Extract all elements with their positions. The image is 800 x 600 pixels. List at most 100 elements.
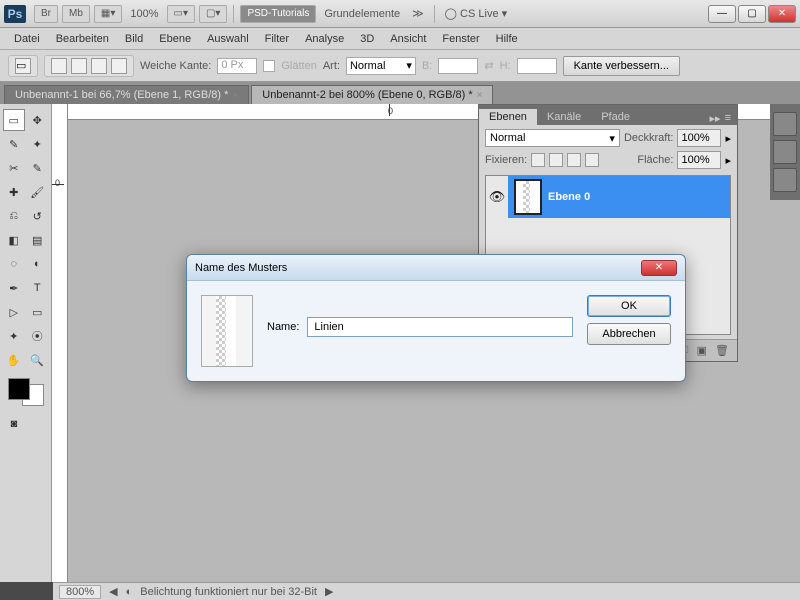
- minimize-button[interactable]: ―: [708, 5, 736, 23]
- maximize-button[interactable]: ▢: [738, 5, 766, 23]
- sel-sub-icon[interactable]: [91, 58, 107, 74]
- move-tool[interactable]: ✥: [27, 109, 49, 131]
- refine-edge-button[interactable]: Kante verbessern...: [563, 56, 680, 76]
- stamp-tool[interactable]: ⎌: [3, 205, 25, 227]
- bridge-button[interactable]: Br: [34, 5, 58, 23]
- opacity-input[interactable]: 100%: [677, 129, 721, 147]
- pen-tool[interactable]: ✒: [3, 277, 25, 299]
- menu-bearbeiten[interactable]: Bearbeiten: [48, 33, 117, 45]
- delete-layer-icon[interactable]: 🗑: [715, 344, 729, 357]
- shape-tool[interactable]: ▭: [27, 301, 49, 323]
- dialog-titlebar[interactable]: Name des Musters ✕: [187, 255, 685, 281]
- menu-3d[interactable]: 3D: [352, 33, 382, 45]
- dodge-tool[interactable]: ◐: [27, 253, 49, 275]
- height-input[interactable]: [517, 58, 557, 74]
- antialias-check[interactable]: [263, 60, 275, 72]
- dock-adjustments-icon[interactable]: [773, 140, 797, 164]
- blur-tool[interactable]: ◌: [3, 253, 25, 275]
- width-input[interactable]: [438, 58, 478, 74]
- status-zoom[interactable]: 800%: [59, 585, 101, 599]
- dialog-close-button[interactable]: ✕: [641, 260, 677, 276]
- panel-collapse-icon[interactable]: ▸▸: [710, 112, 721, 125]
- menu-analyse[interactable]: Analyse: [297, 33, 352, 45]
- panel-menu-icon[interactable]: ≡: [725, 112, 731, 125]
- zoom-level[interactable]: 100%: [124, 8, 164, 20]
- doc-tab-2[interactable]: Unbenannt-2 bei 800% (Ebene 0, RGB/8) *×: [251, 85, 493, 104]
- lock-position-icon[interactable]: [567, 153, 581, 167]
- 3d-tool[interactable]: ✦: [3, 325, 25, 347]
- options-bar: ▭ Weiche Kante: 0 Px Glätten Art: Normal…: [0, 50, 800, 82]
- hand-tool[interactable]: ✋: [3, 349, 25, 371]
- pattern-name-input[interactable]: [307, 317, 573, 337]
- menu-ebene[interactable]: Ebene: [151, 33, 199, 45]
- sel-add-icon[interactable]: [71, 58, 87, 74]
- path-sel-tool[interactable]: ▷: [3, 301, 25, 323]
- eyedropper-tool[interactable]: ✎: [27, 157, 49, 179]
- tab-kanale[interactable]: Kanäle: [537, 109, 591, 125]
- swap-wh-icon[interactable]: ⇄: [484, 59, 493, 72]
- eraser-tool[interactable]: ◧: [3, 229, 25, 251]
- cs-live[interactable]: ◯ CS Live ▾: [439, 7, 513, 20]
- menu-datei[interactable]: Datei: [6, 33, 48, 45]
- close-icon[interactable]: ×: [477, 90, 483, 101]
- status-menu-icon[interactable]: ▶: [325, 585, 333, 598]
- brush-tool[interactable]: 🖌: [27, 181, 49, 203]
- lock-all-icon[interactable]: [585, 153, 599, 167]
- visibility-eye-icon[interactable]: 👁: [486, 176, 508, 218]
- tab-pfade[interactable]: Pfade: [591, 109, 640, 125]
- layer-thumbnail[interactable]: [514, 179, 542, 215]
- fill-slider-icon[interactable]: ▸: [725, 154, 731, 167]
- viewopts-button[interactable]: ▦▾: [94, 5, 122, 23]
- menu-bar: Datei Bearbeiten Bild Ebene Auswahl Filt…: [0, 28, 800, 50]
- history-brush-tool[interactable]: ↺: [27, 205, 49, 227]
- style-select[interactable]: Normal▾: [346, 57, 416, 75]
- close-button[interactable]: ✕: [768, 5, 796, 23]
- fill-input[interactable]: 100%: [677, 151, 721, 169]
- gradient-tool[interactable]: ▤: [27, 229, 49, 251]
- screen-mode-button[interactable]: ▢▾: [199, 5, 227, 23]
- psd-tutorials-button[interactable]: PSD-Tutorials: [240, 5, 316, 23]
- sel-intersect-icon[interactable]: [111, 58, 127, 74]
- crop-tool[interactable]: ✂: [3, 157, 25, 179]
- zoom-tool[interactable]: 🔍: [27, 349, 49, 371]
- status-nav-icon[interactable]: ◀: [109, 585, 117, 598]
- ruler-vertical[interactable]: 0: [52, 104, 68, 582]
- marquee-tool[interactable]: ▭: [3, 109, 25, 131]
- menu-auswahl[interactable]: Auswahl: [199, 33, 257, 45]
- 3d-cam-tool[interactable]: ⦿: [27, 325, 49, 347]
- tab-ebenen[interactable]: Ebenen: [479, 109, 537, 125]
- new-layer-icon[interactable]: ▣: [697, 344, 707, 357]
- feather-input[interactable]: 0 Px: [217, 58, 257, 74]
- workspace-more[interactable]: ≫: [406, 7, 430, 20]
- lasso-tool[interactable]: ✎: [3, 133, 25, 155]
- lock-transparency-icon[interactable]: [531, 153, 545, 167]
- opacity-slider-icon[interactable]: ▸: [725, 132, 731, 145]
- name-label: Name:: [267, 321, 299, 333]
- pattern-preview: [201, 295, 253, 367]
- layer-name[interactable]: Ebene 0: [548, 191, 590, 203]
- lock-pixels-icon[interactable]: [549, 153, 563, 167]
- blend-mode-select[interactable]: Normal▾: [485, 129, 620, 147]
- menu-fenster[interactable]: Fenster: [434, 33, 487, 45]
- layer-row[interactable]: 👁 Ebene 0: [486, 176, 730, 218]
- wand-tool[interactable]: ✦: [27, 133, 49, 155]
- color-swatches[interactable]: [8, 378, 44, 406]
- quickmask-button[interactable]: ◙: [3, 413, 25, 435]
- close-icon[interactable]: ×: [232, 90, 238, 101]
- menu-bild[interactable]: Bild: [117, 33, 151, 45]
- doc-tab-1[interactable]: Unbenannt-1 bei 66,7% (Ebene 1, RGB/8) *…: [4, 85, 249, 104]
- arrange-button[interactable]: ▭▾: [167, 5, 195, 23]
- dock-swatches-icon[interactable]: [773, 112, 797, 136]
- dock-styles-icon[interactable]: [773, 168, 797, 192]
- minibridge-button[interactable]: Mb: [62, 5, 90, 23]
- type-tool[interactable]: T: [27, 277, 49, 299]
- menu-filter[interactable]: Filter: [257, 33, 297, 45]
- status-expose-icon[interactable]: ◐: [126, 586, 133, 598]
- ok-button[interactable]: OK: [587, 295, 671, 317]
- sel-new-icon[interactable]: [51, 58, 67, 74]
- heal-tool[interactable]: ✚: [3, 181, 25, 203]
- workspace-grundelemente[interactable]: Grundelemente: [318, 8, 406, 20]
- cancel-button[interactable]: Abbrechen: [587, 323, 671, 345]
- menu-ansicht[interactable]: Ansicht: [382, 33, 434, 45]
- menu-hilfe[interactable]: Hilfe: [488, 33, 526, 45]
